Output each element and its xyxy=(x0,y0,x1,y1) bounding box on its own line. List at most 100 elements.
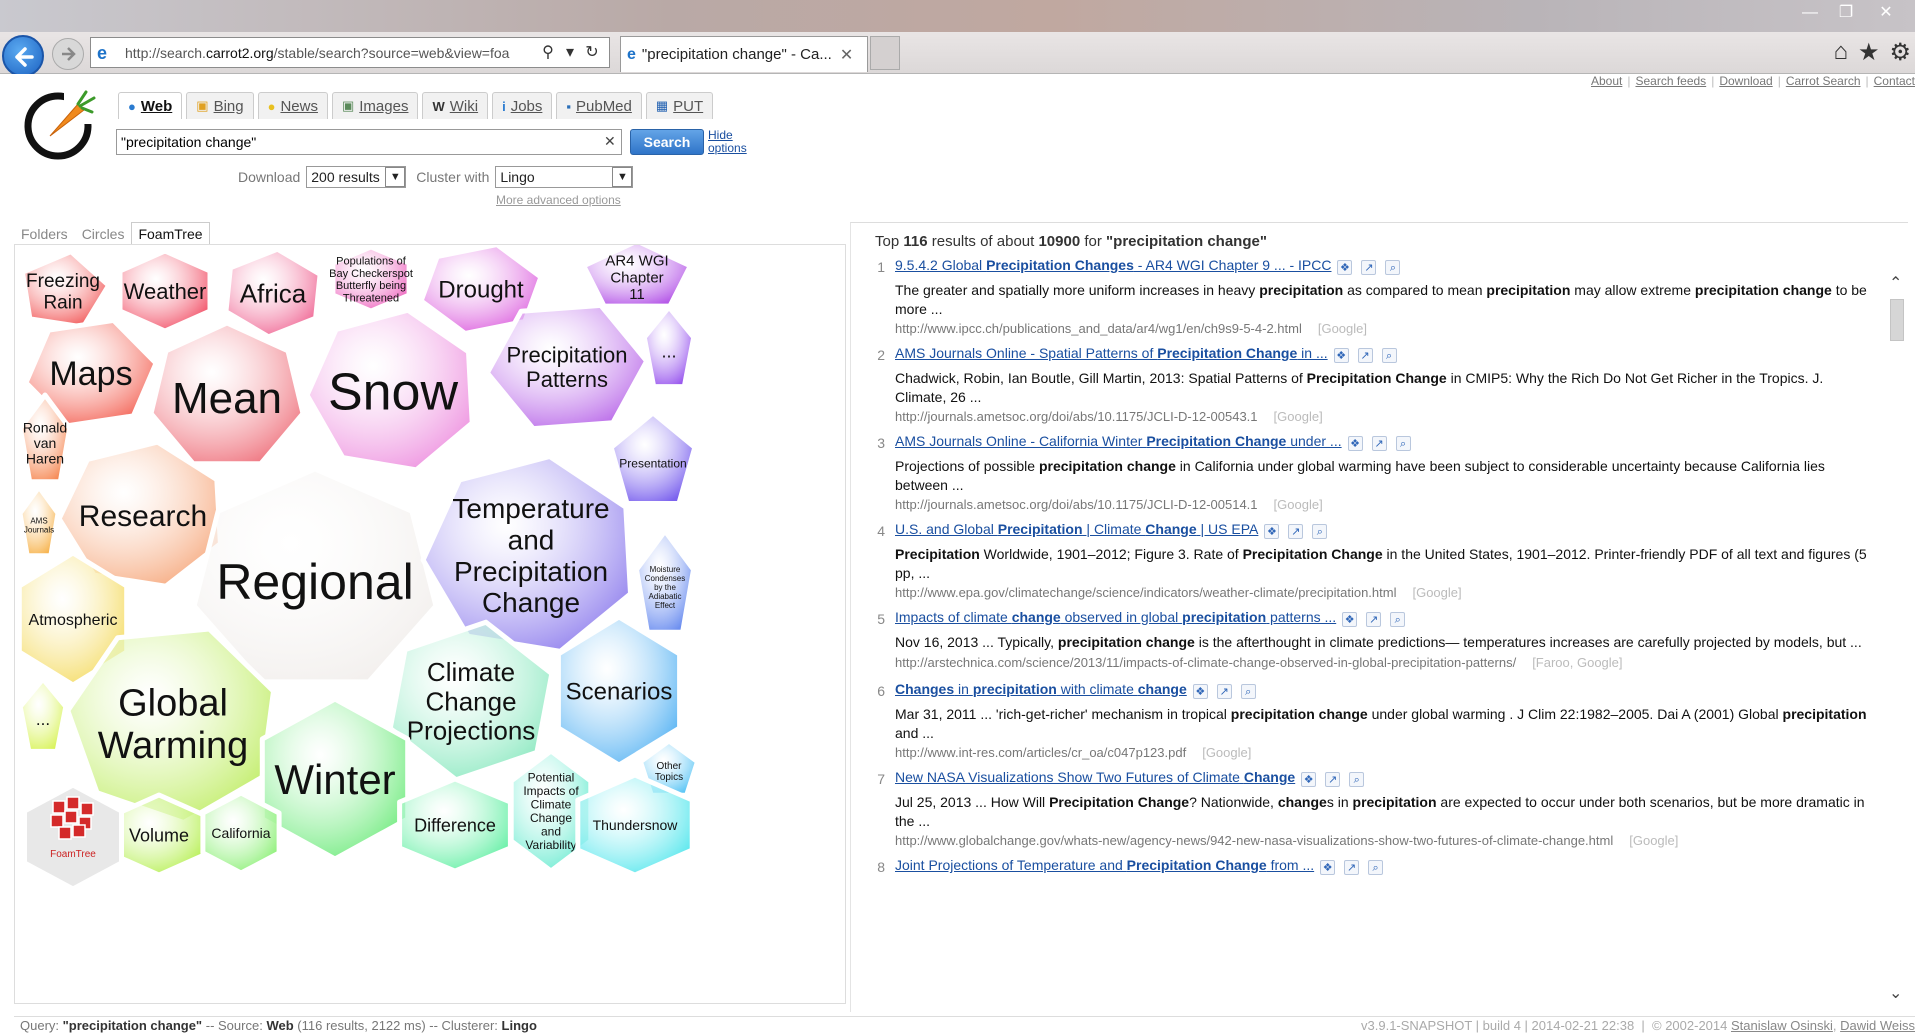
foamtree-logo[interactable]: FoamTree xyxy=(22,782,124,892)
result-title-link[interactable]: U.S. and Global Precipitation | Climate … xyxy=(895,521,1336,539)
results-scrollbar[interactable]: ⌃ ⌄ xyxy=(1888,273,1906,1003)
result-sources[interactable]: [Google] xyxy=(1629,833,1678,848)
minimize-icon[interactable]: — xyxy=(1793,2,1827,24)
preview-icon[interactable]: ⌕ xyxy=(1381,347,1397,363)
result-title-link[interactable]: AMS Journals Online - Spatial Patterns o… xyxy=(895,345,1406,363)
about-link[interactable]: About xyxy=(1591,74,1622,88)
cluster-membership-icon[interactable]: ❖ xyxy=(1320,859,1336,875)
cluster-membership-icon[interactable]: ❖ xyxy=(1264,523,1280,539)
result-sources[interactable]: [Google] xyxy=(1274,497,1323,512)
tab-foamtree[interactable]: FoamTree xyxy=(131,222,210,246)
preview-icon[interactable]: ⌕ xyxy=(1395,435,1411,451)
download-select[interactable]: 200 results ▼ xyxy=(306,166,407,188)
cluster-cell[interactable]: California xyxy=(200,790,282,876)
cluster-cell[interactable]: Mean xyxy=(148,320,306,467)
open-new-window-icon[interactable]: ↗ xyxy=(1366,611,1382,627)
tab-folders[interactable]: Folders xyxy=(14,222,75,246)
scroll-down-icon[interactable]: ⌄ xyxy=(1889,983,1902,1003)
cluster-cell[interactable]: Africa xyxy=(223,246,323,340)
source-tab-web[interactable]: ● Web xyxy=(118,92,183,119)
result-title-text[interactable]: Impacts of climate change observed in gl… xyxy=(895,609,1336,625)
forward-button[interactable] xyxy=(52,38,84,70)
source-tab-put[interactable]: ▦ PUT xyxy=(645,92,714,119)
cluster-cell[interactable]: Difference xyxy=(397,776,513,874)
preview-icon[interactable]: ⌕ xyxy=(1368,859,1384,875)
carrot-search-link[interactable]: Carrot Search xyxy=(1786,74,1861,88)
close-icon[interactable]: ✕ xyxy=(1865,2,1907,24)
open-new-window-icon[interactable]: ↗ xyxy=(1361,259,1377,275)
foamtree-canvas[interactable]: FreezingRain Weather AfricaPopulations ofB… xyxy=(15,245,845,1003)
back-button[interactable] xyxy=(2,35,44,77)
cluster-membership-icon[interactable]: ❖ xyxy=(1333,347,1349,363)
scroll-up-icon[interactable]: ⌃ xyxy=(1889,273,1902,293)
result-title-link[interactable]: Changes in precipitation with climate ch… xyxy=(895,681,1265,699)
cluster-select[interactable]: Lingo ▼ xyxy=(495,166,634,188)
preview-icon[interactable]: ⌕ xyxy=(1349,771,1365,787)
open-new-window-icon[interactable]: ↗ xyxy=(1344,859,1360,875)
result-title-text[interactable]: 9.5.4.2 Global Precipitation Changes - A… xyxy=(895,257,1331,273)
cluster-cell[interactable]: Snow xyxy=(304,307,475,473)
cluster-cell[interactable]: ... xyxy=(641,304,697,390)
result-title-link[interactable]: 9.5.4.2 Global Precipitation Changes - A… xyxy=(895,257,1409,275)
result-title-text[interactable]: Changes in precipitation with climate ch… xyxy=(895,681,1187,697)
cluster-cell[interactable]: Presentation xyxy=(608,410,698,506)
result-sources[interactable]: [Google] xyxy=(1318,321,1367,336)
url-text[interactable]: http://search.carrot2.org/stable/search?… xyxy=(125,45,537,61)
source-tab-pubmed[interactable]: ▪ PubMed xyxy=(556,92,642,119)
result-title-text[interactable]: AMS Journals Online - California Winter … xyxy=(895,433,1342,449)
new-tab-button[interactable] xyxy=(870,36,900,70)
cluster-cell[interactable]: Thundersnow xyxy=(575,772,695,878)
preview-icon[interactable]: ⌕ xyxy=(1390,611,1406,627)
cluster-membership-icon[interactable]: ❖ xyxy=(1347,435,1363,451)
carrot2-logo[interactable] xyxy=(20,84,98,162)
result-title-link[interactable]: New NASA Visualizations Show Two Futures… xyxy=(895,769,1373,787)
source-tab-bing[interactable]: ▣ Bing xyxy=(186,92,254,119)
open-new-window-icon[interactable]: ↗ xyxy=(1357,347,1373,363)
result-sources[interactable]: [Faroo, Google] xyxy=(1532,655,1622,670)
source-tab-news[interactable]: ● News xyxy=(257,92,328,119)
author-link[interactable]: Stanislaw Osinski xyxy=(1731,1018,1833,1033)
cluster-cell[interactable]: FreezingRain xyxy=(19,249,112,330)
home-icon[interactable]: ⌂ xyxy=(1833,38,1848,67)
search-feeds-link[interactable]: Search feeds xyxy=(1635,74,1706,88)
result-title-text[interactable]: Joint Projections of Temperature and Pre… xyxy=(895,857,1314,873)
open-new-window-icon[interactable]: ↗ xyxy=(1288,523,1304,539)
contact-link[interactable]: Contact xyxy=(1874,74,1915,88)
result-sources[interactable]: [Google] xyxy=(1412,585,1461,600)
cluster-cell[interactable]: AMSJournals xyxy=(17,484,61,559)
cluster-cell[interactable]: AR4 WGIChapter11 xyxy=(581,245,693,309)
browser-tab[interactable]: e "precipitation change" - Ca... ✕ xyxy=(620,36,868,72)
open-new-window-icon[interactable]: ↗ xyxy=(1371,435,1387,451)
cluster-membership-icon[interactable]: ❖ xyxy=(1337,259,1353,275)
cluster-membership-icon[interactable]: ❖ xyxy=(1192,683,1208,699)
cluster-cell[interactable]: ... xyxy=(17,676,69,754)
dropdown-icon[interactable]: ▾ xyxy=(559,42,581,64)
address-bar[interactable]: e http://search.carrot2.org/stable/searc… xyxy=(90,37,610,68)
search-input[interactable] xyxy=(116,129,622,155)
download-link[interactable]: Download xyxy=(1719,74,1772,88)
open-new-window-icon[interactable]: ↗ xyxy=(1325,771,1341,787)
restore-icon[interactable]: ❐ xyxy=(1829,2,1863,24)
tab-close-icon[interactable]: ✕ xyxy=(840,45,853,65)
foamtree-visualization[interactable]: Freezing Rain Weather Africa Populations of B… xyxy=(14,244,846,1004)
result-title-link[interactable]: AMS Journals Online - California Winter … xyxy=(895,433,1420,451)
source-tab-wiki[interactable]: W Wiki xyxy=(422,92,489,119)
cluster-cell[interactable]: TemperatureandPrecipitationChange xyxy=(420,454,633,654)
result-title-link[interactable]: Joint Projections of Temperature and Pre… xyxy=(895,857,1392,875)
result-title-text[interactable]: New NASA Visualizations Show Two Futures… xyxy=(895,769,1295,785)
cluster-cell[interactable]: Winter xyxy=(259,696,411,862)
cluster-membership-icon[interactable]: ❖ xyxy=(1301,771,1317,787)
source-tab-images[interactable]: ▣ Images xyxy=(331,92,419,119)
more-advanced-options-link[interactable]: More advanced options xyxy=(496,193,621,207)
open-new-window-icon[interactable]: ↗ xyxy=(1216,683,1232,699)
hide-options-link[interactable]: Hide options xyxy=(708,129,747,155)
clear-search-icon[interactable]: ✕ xyxy=(604,133,616,150)
cluster-membership-icon[interactable]: ❖ xyxy=(1342,611,1358,627)
preview-icon[interactable]: ⌕ xyxy=(1385,259,1401,275)
cluster-cell[interactable]: Weather xyxy=(117,248,213,334)
search-button[interactable]: Search xyxy=(630,129,704,155)
refresh-icon[interactable]: ↻ xyxy=(581,42,603,64)
cluster-cell[interactable]: Populations ofBay CheckerspotButterfly b… xyxy=(329,245,413,314)
author-link[interactable]: Dawid Weiss xyxy=(1840,1018,1915,1033)
source-tab-jobs[interactable]: i Jobs xyxy=(492,92,553,119)
